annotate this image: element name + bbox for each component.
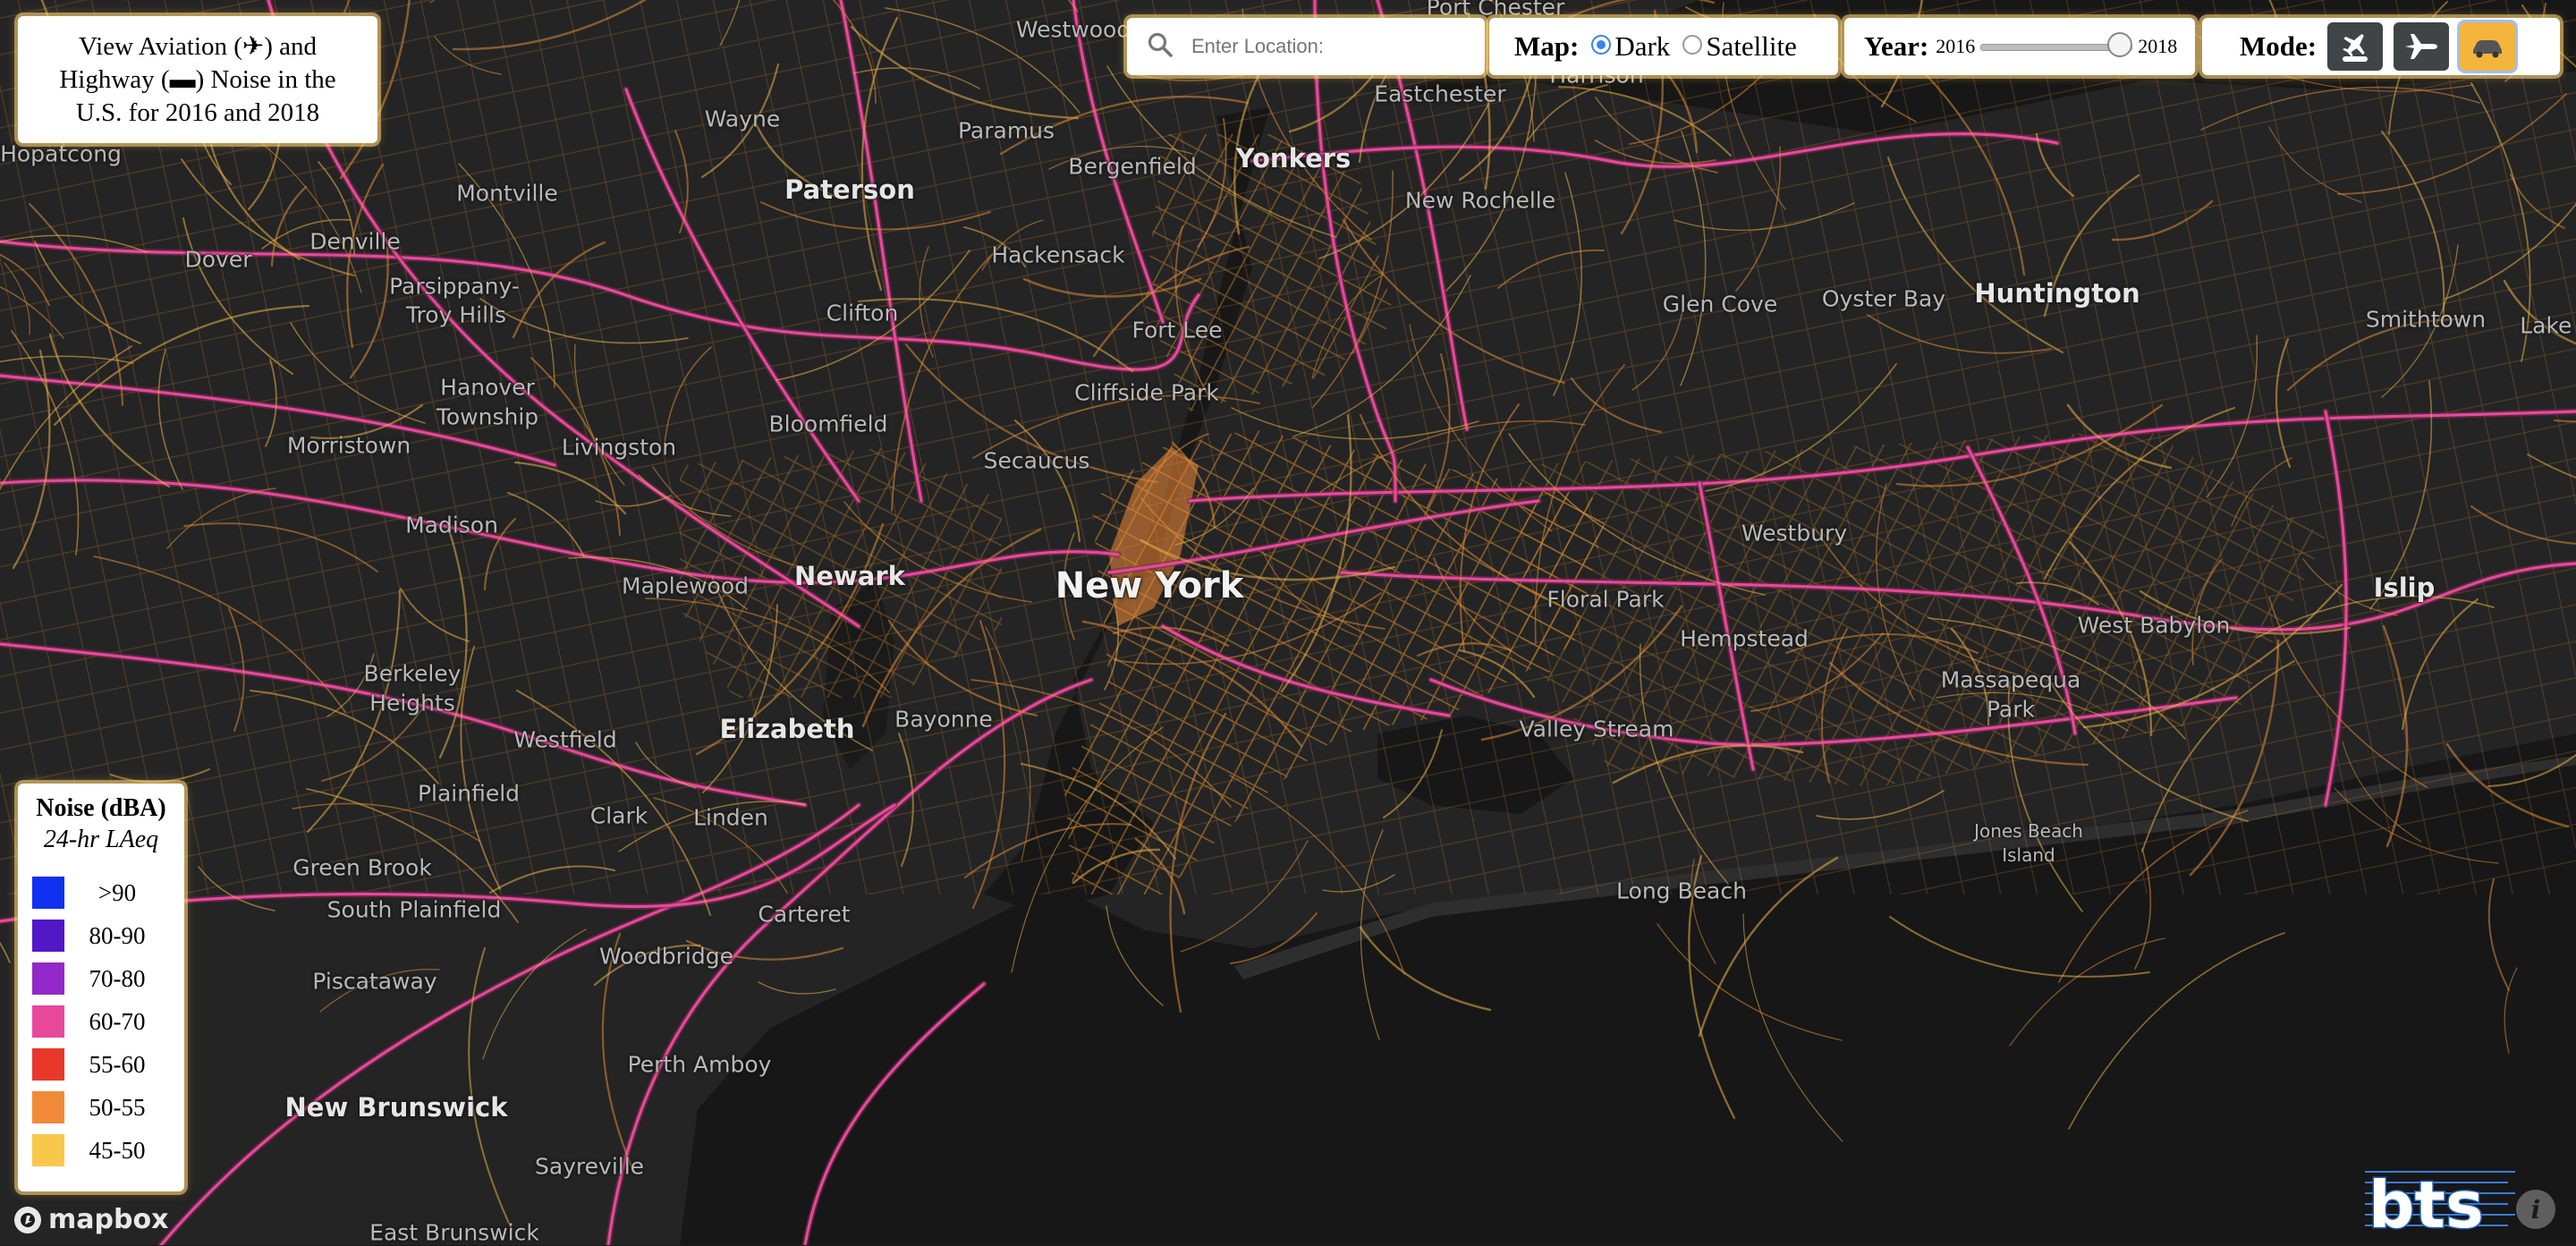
map-option-dark[interactable]: Dark bbox=[1591, 30, 1670, 63]
legend-item-label: 70-80 bbox=[89, 964, 146, 992]
legend-item: >90 bbox=[32, 871, 184, 914]
year-label: Year: bbox=[1864, 30, 1929, 62]
legend-item-label: >90 bbox=[97, 878, 137, 906]
mode-highway-button[interactable] bbox=[2460, 22, 2516, 71]
legend-item-label: 50-55 bbox=[89, 1093, 146, 1121]
dark-option-label: Dark bbox=[1614, 30, 1671, 62]
mode-label: Mode: bbox=[2240, 30, 2318, 62]
title-line-2: Highway (▬) Noise in the bbox=[59, 64, 336, 94]
plane-car-icon bbox=[2343, 33, 2368, 62]
car-icon bbox=[2473, 40, 2503, 58]
legend-item-label: 80-90 bbox=[89, 921, 146, 949]
legend-swatch bbox=[32, 962, 64, 995]
satellite-radio[interactable] bbox=[1682, 35, 1703, 55]
map-svg bbox=[0, 0, 2576, 1245]
title-panel: View Aviation (✈) and Highway (▬) Noise … bbox=[18, 16, 377, 143]
map-style-label: Map: bbox=[1514, 30, 1580, 62]
search-panel bbox=[1127, 18, 1485, 75]
title-line-3: U.S. for 2016 and 2018 bbox=[75, 97, 320, 127]
legend-item: 80-90 bbox=[32, 914, 184, 957]
legend-item-label: 45-50 bbox=[89, 1136, 146, 1164]
mode-both-button[interactable] bbox=[2327, 22, 2384, 71]
map-style-panel: Map: Dark Satellite bbox=[1489, 18, 1838, 75]
svg-text:bts: bts bbox=[2368, 1167, 2484, 1234]
legend-swatch bbox=[32, 877, 64, 909]
mapbox-icon bbox=[14, 1206, 41, 1233]
year-max-label: 2018 bbox=[2138, 35, 2178, 57]
legend-item: 70-80 bbox=[32, 957, 184, 1000]
legend-item: 60-70 bbox=[32, 1000, 184, 1043]
satellite-option-label: Satellite bbox=[1706, 30, 1797, 62]
legend-swatch bbox=[32, 920, 64, 952]
legend-title: Noise (dBA) bbox=[36, 794, 166, 822]
noise-legend: Noise (dBA) 24-hr LAeq >90 80-90 70-80 60-7… bbox=[18, 784, 184, 1191]
mapbox-logo[interactable]: mapbox bbox=[13, 1204, 168, 1235]
legend-swatch bbox=[32, 1134, 64, 1166]
year-min-label: 2016 bbox=[1936, 35, 1976, 57]
info-button[interactable]: i bbox=[2516, 1190, 2555, 1229]
legend-swatch bbox=[32, 1091, 64, 1123]
map-option-satellite[interactable]: Satellite bbox=[1682, 30, 1797, 63]
legend-swatch bbox=[32, 1048, 64, 1081]
info-icon: i bbox=[2530, 1194, 2541, 1225]
legend-item-label: 60-70 bbox=[89, 1007, 146, 1035]
legend-item: 55-60 bbox=[32, 1043, 184, 1086]
year-slider[interactable] bbox=[1980, 32, 2133, 57]
year-slider-thumb[interactable] bbox=[2107, 32, 2133, 57]
map-canvas[interactable] bbox=[0, 0, 2576, 1245]
legend-items: >90 80-90 70-80 60-70 55-60 50-55 45-50 bbox=[18, 871, 184, 1172]
mode-panel: Mode: bbox=[2202, 18, 2560, 75]
search-icon[interactable] bbox=[1147, 31, 1182, 63]
bts-logo[interactable]: bts bbox=[2365, 1163, 2515, 1244]
mapbox-wordmark: mapbox bbox=[48, 1204, 169, 1235]
legend-item: 50-55 bbox=[32, 1086, 184, 1129]
legend-item: 45-50 bbox=[32, 1129, 184, 1172]
mode-aviation-button[interactable] bbox=[2394, 22, 2450, 71]
legend-subtitle: 24-hr LAeq bbox=[43, 826, 159, 853]
location-search-input[interactable] bbox=[1190, 34, 1479, 59]
legend-item-label: 55-60 bbox=[89, 1050, 146, 1078]
airplane-icon bbox=[2405, 34, 2438, 59]
year-panel: Year: 2016 2018 bbox=[1844, 18, 2195, 75]
title-line-1: View Aviation (✈) and bbox=[78, 31, 318, 61]
legend-swatch bbox=[32, 1005, 64, 1038]
dark-radio[interactable] bbox=[1591, 35, 1612, 55]
bts-logo-mark: bts bbox=[2365, 1166, 2515, 1244]
